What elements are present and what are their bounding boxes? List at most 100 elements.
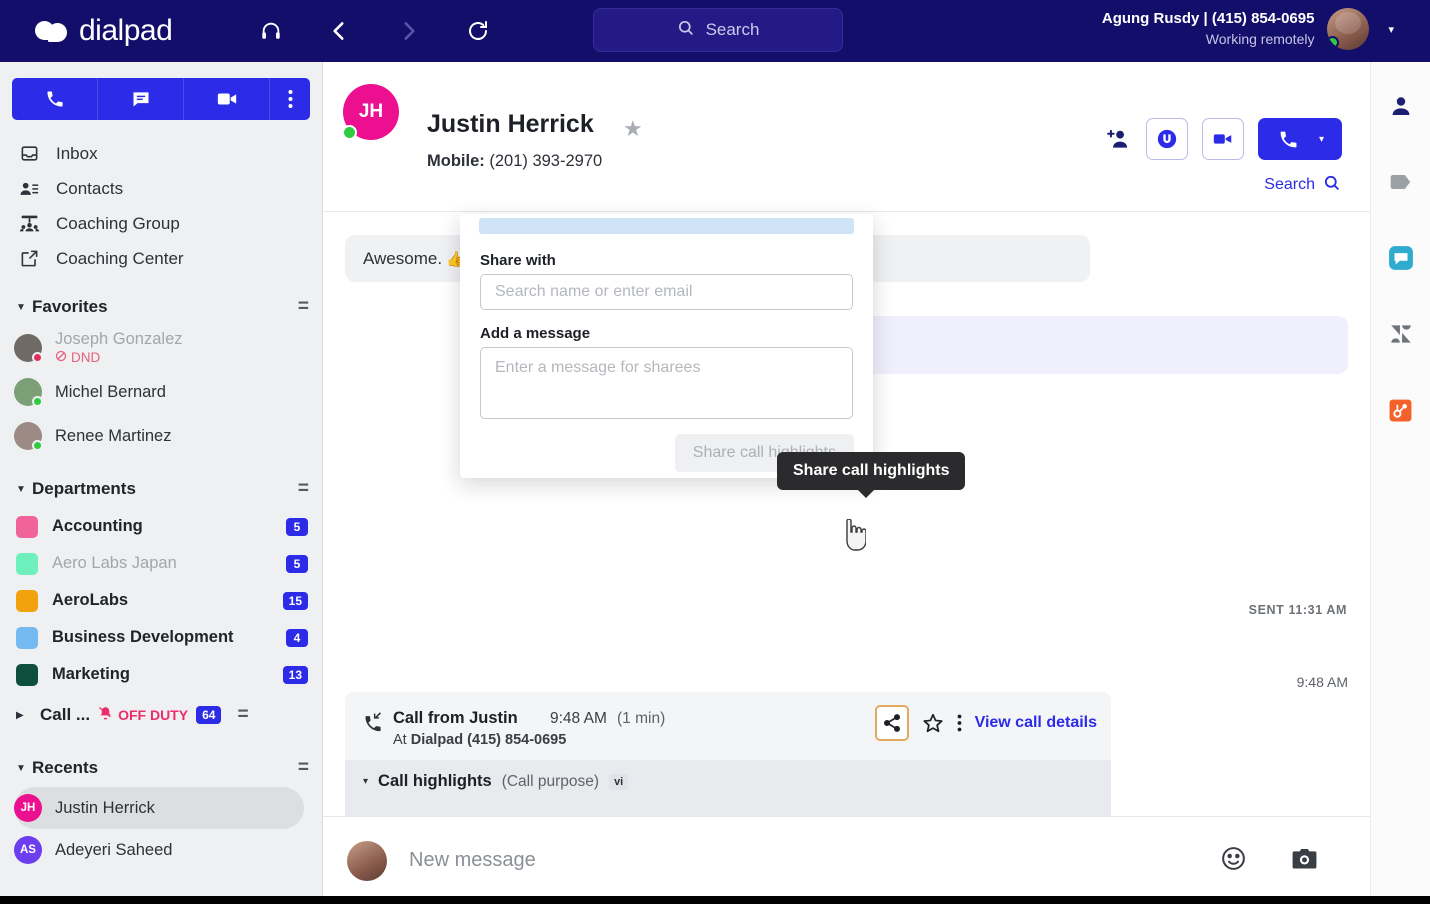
recent-item-justin-herrick[interactable]: JH Justin Herrick <box>14 787 304 829</box>
message-text: Awesome. <box>363 249 442 269</box>
headset-icon[interactable] <box>260 20 282 42</box>
unread-badge: 13 <box>283 666 308 684</box>
list-item[interactable]: Joseph Gonzalez DND <box>0 326 322 370</box>
reload-icon[interactable] <box>466 19 490 43</box>
call-button[interactable]: ▾ <box>1258 118 1342 160</box>
conversation-search-label: Search <box>1264 176 1315 194</box>
call-group-label: Call ... <box>40 705 90 725</box>
chevron-left-icon[interactable] <box>326 18 352 44</box>
conversation-search-button[interactable]: Search <box>1264 174 1340 196</box>
sidebar-call-button[interactable] <box>12 78 98 120</box>
sidebar-item-label: Coaching Group <box>56 214 180 234</box>
composer-actions <box>1220 845 1318 877</box>
sidebar-nav-list: Inbox Contacts Coaching Group Coaching C… <box>0 136 322 276</box>
call-entry-subline: At Dialpad (415) 854-0695 <box>393 732 566 748</box>
reorder-handle-icon[interactable]: = <box>237 704 248 726</box>
department-name: Aero Labs Japan <box>52 554 272 573</box>
presence-dot <box>342 125 357 140</box>
sidebar-video-button[interactable] <box>184 78 270 120</box>
topbar-nav-icons <box>260 18 490 44</box>
global-search-button[interactable]: Search <box>593 8 843 52</box>
sidebar-item-call-group[interactable]: ▶ Call ... OFF DUTY 64 = <box>0 693 322 737</box>
chat-app-icon[interactable] <box>1387 244 1415 272</box>
video-camera-icon[interactable] <box>1202 118 1244 160</box>
unread-badge: 15 <box>283 592 308 610</box>
star-outline-icon[interactable] <box>922 712 944 734</box>
call-highlights-header[interactable]: ▾ Call highlights (Call purpose) vi <box>363 772 628 791</box>
recents-section-header[interactable]: ▼ Recents = <box>0 749 322 787</box>
favorites-section-header[interactable]: ▼ Favorites = <box>0 288 322 326</box>
hubspot-icon[interactable] <box>1387 396 1415 424</box>
chevron-down-icon[interactable]: ▾ <box>1388 23 1394 36</box>
department-name: Business Development <box>52 628 272 647</box>
call-entry-duration: (1 min) <box>617 710 665 728</box>
department-name: Marketing <box>52 665 269 684</box>
sidebar-item-aerolabs[interactable]: AeroLabs 15 <box>0 582 322 619</box>
recent-item-adeyeri-saheed[interactable]: AS Adeyeri Saheed <box>14 829 304 871</box>
tag-icon[interactable] <box>1387 168 1415 196</box>
sidebar-message-button[interactable] <box>98 78 184 120</box>
page-title: Justin Herrick <box>427 110 594 139</box>
sidebar-item-aero-labs-japan[interactable]: Aero Labs Japan 5 <box>0 545 322 582</box>
unread-badge: 4 <box>286 629 308 647</box>
sidebar-item-label: Coaching Center <box>56 249 184 269</box>
window-bottom-strip <box>0 896 1430 904</box>
department-name: Accounting <box>52 517 272 536</box>
sidebar-item-coaching-group[interactable]: Coaching Group <box>0 206 322 241</box>
reorder-handle-icon[interactable]: = <box>298 757 308 779</box>
incoming-call-icon <box>363 712 383 737</box>
contact-header-actions: ▾ <box>1106 118 1342 160</box>
sidebar-item-inbox[interactable]: Inbox <box>0 136 322 171</box>
chevron-down-icon[interactable]: ▾ <box>363 776 368 787</box>
departments-section-header[interactable]: ▼ Departments = <box>0 470 322 508</box>
uberconference-icon[interactable] <box>1146 118 1188 160</box>
left-sidebar: Inbox Contacts Coaching Group Coaching C… <box>0 62 323 904</box>
zendesk-icon[interactable] <box>1387 320 1415 348</box>
more-vertical-icon[interactable] <box>957 713 962 733</box>
user-account-area[interactable]: Agung Rusdy | (415) 854-0695 Working rem… <box>1102 8 1394 50</box>
sidebar-item-contacts[interactable]: Contacts <box>0 171 322 206</box>
user-status-text: Working remotely <box>1102 30 1315 49</box>
new-message-input[interactable]: New message <box>409 849 1220 872</box>
camera-icon[interactable] <box>1291 845 1318 877</box>
view-call-details-link[interactable]: View call details <box>975 714 1097 732</box>
department-color-swatch <box>16 590 38 612</box>
app-top-bar: dialpad <box>0 0 1430 62</box>
department-color-swatch <box>16 553 38 575</box>
share-with-input[interactable] <box>480 274 853 310</box>
star-icon[interactable]: ★ <box>623 116 643 142</box>
sidebar-item-coaching-center[interactable]: Coaching Center <box>0 241 322 276</box>
department-color-swatch <box>16 627 38 649</box>
avatar[interactable]: JH <box>343 84 399 140</box>
call-entry-row: Call from Justin 9:48 AM (1 min) At Dial… <box>345 692 1111 760</box>
sidebar-item-accounting[interactable]: Accounting 5 <box>0 508 322 545</box>
reorder-handle-icon[interactable]: = <box>298 478 308 500</box>
share-message-textarea[interactable] <box>480 347 853 419</box>
share-call-highlights-modal: Share with Add a message Share call high… <box>460 214 873 478</box>
section-title: Favorites <box>32 297 298 317</box>
reorder-handle-icon[interactable]: = <box>298 296 308 318</box>
chevron-right-icon[interactable] <box>396 18 422 44</box>
list-item[interactable]: Renee Martinez <box>0 414 322 458</box>
contact-phone: Mobile: (201) 393-2970 <box>427 152 602 171</box>
avatar-initials: JH <box>359 101 383 123</box>
call-options-caret[interactable]: ▾ <box>1313 134 1338 145</box>
search-icon <box>677 19 694 41</box>
contact-header: JH Justin Herrick ★ Mobile: (201) 393-29… <box>323 62 1370 212</box>
dialpad-logo[interactable]: dialpad <box>35 14 172 48</box>
department-color-swatch <box>16 664 38 686</box>
chevron-down-icon: ▼ <box>16 302 32 313</box>
dialpad-logo-text: dialpad <box>79 14 172 48</box>
contact-person-icon[interactable] <box>1387 92 1415 120</box>
sidebar-item-business-development[interactable]: Business Development 4 <box>0 619 322 656</box>
avatar[interactable] <box>1327 8 1369 50</box>
share-icon[interactable] <box>875 705 909 741</box>
recent-name: Justin Herrick <box>55 799 155 818</box>
user-info: Agung Rusdy | (415) 854-0695 Working rem… <box>1102 9 1315 48</box>
add-person-icon[interactable] <box>1106 126 1132 152</box>
sidebar-more-button[interactable] <box>270 78 310 120</box>
sidebar-item-marketing[interactable]: Marketing 13 <box>0 656 322 693</box>
emoji-icon[interactable] <box>1220 845 1247 877</box>
list-item[interactable]: Michel Bernard <box>0 370 322 414</box>
department-name: AeroLabs <box>52 591 269 610</box>
